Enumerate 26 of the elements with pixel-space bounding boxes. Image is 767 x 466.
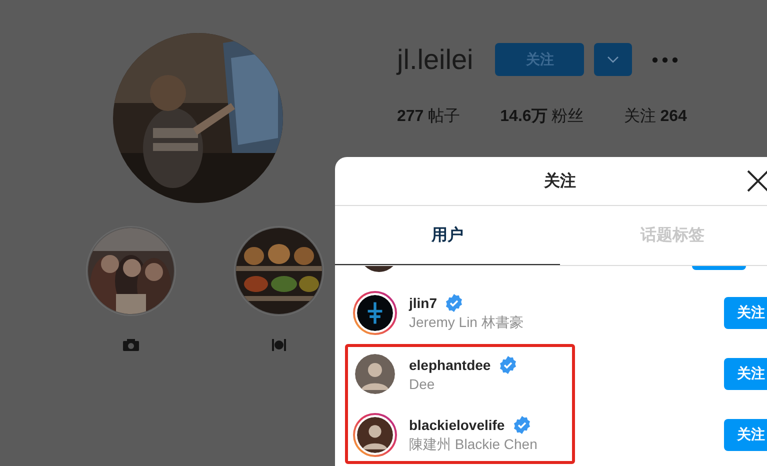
user-row[interactable]: elephantdee Dee 关注: [335, 343, 767, 404]
chevron-down-icon: [607, 56, 620, 64]
tab[interactable]: 用户: [335, 206, 560, 265]
username[interactable]: blackielovelife: [409, 416, 505, 432]
username[interactable]: elephantdee: [409, 356, 491, 372]
full-name: 陳建州 Blackie Chen: [409, 436, 538, 454]
follow-button[interactable]: 关注: [724, 296, 767, 328]
profile-stat[interactable]: 277 帖子: [397, 106, 460, 127]
username[interactable]: jlin7: [409, 294, 438, 310]
follow-button[interactable]: 关注: [724, 418, 767, 450]
user-row[interactable]: blackielovelife 陳建州 Blackie Chen 关注: [335, 404, 767, 465]
profile-stat[interactable]: 14.6万 粉丝: [500, 106, 584, 127]
more-icon[interactable]: [652, 56, 678, 62]
follow-button[interactable]: 关注: [724, 358, 767, 390]
avatar[interactable]: [353, 412, 397, 456]
avatar[interactable]: [353, 290, 397, 334]
fork-knife-icon: [272, 339, 286, 351]
full-name: Dee: [409, 376, 436, 392]
close-icon[interactable]: [747, 170, 767, 192]
tab[interactable]: 话题标签: [560, 206, 767, 265]
dialog-title: 关注: [544, 171, 576, 192]
user-row[interactable]: jlin7 Jeremy Lin 林書豪 关注: [335, 282, 767, 343]
camera-icon: [123, 339, 139, 351]
username: jl.leilei: [397, 44, 474, 76]
profile-stat[interactable]: 关注 264: [624, 106, 687, 127]
full-name: Jeremy Lin 林書豪: [409, 314, 524, 332]
